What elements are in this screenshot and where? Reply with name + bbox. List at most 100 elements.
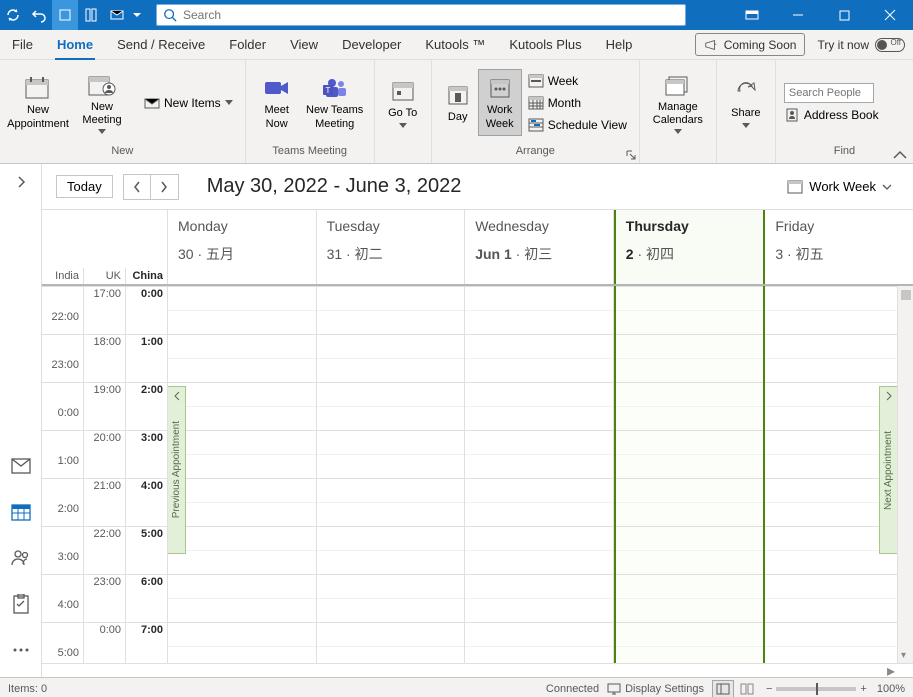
manage-calendars-button[interactable]: Manage Calendars xyxy=(646,67,710,138)
zoom-control[interactable]: − + 100% xyxy=(766,683,905,695)
display-settings-button[interactable]: Display Settings xyxy=(607,683,704,695)
qat-item[interactable] xyxy=(104,0,130,30)
title-bar xyxy=(0,0,913,30)
people-nav-icon[interactable] xyxy=(8,545,34,571)
tz-label-china: China xyxy=(126,268,167,284)
zoom-out-button[interactable]: − xyxy=(766,683,772,695)
dialog-launcher-icon[interactable] xyxy=(625,149,637,161)
minimize-button[interactable] xyxy=(775,0,821,30)
try-toggle[interactable]: Off xyxy=(875,38,905,52)
chevron-right-icon xyxy=(885,391,893,401)
next-appointment-button[interactable]: Next Appointment xyxy=(879,386,897,554)
search-input[interactable] xyxy=(183,8,679,22)
search-icon xyxy=(163,8,177,22)
day-header-thu[interactable]: Thursday 2 · 初四 xyxy=(614,210,766,284)
horizontal-scrollbar[interactable]: ▸ xyxy=(42,663,913,677)
search-box[interactable] xyxy=(156,4,686,26)
qat-customize-icon[interactable] xyxy=(130,0,144,30)
previous-appointment-button[interactable]: Previous Appointment xyxy=(168,386,186,554)
close-button[interactable] xyxy=(867,0,913,30)
zoom-in-button[interactable]: + xyxy=(860,683,866,695)
tab-file[interactable]: File xyxy=(0,30,45,59)
prev-week-button[interactable] xyxy=(123,174,151,200)
collapse-ribbon-icon[interactable] xyxy=(893,150,907,160)
day-column-mon[interactable] xyxy=(168,286,317,663)
next-week-button[interactable] xyxy=(151,174,179,200)
tab-view[interactable]: View xyxy=(278,30,330,59)
tab-developer[interactable]: Developer xyxy=(330,30,413,59)
tab-help[interactable]: Help xyxy=(594,30,645,59)
sync-icon[interactable] xyxy=(0,0,26,30)
goto-button[interactable]: Go To xyxy=(381,73,425,131)
chevron-down-icon xyxy=(882,184,892,190)
group-label-new: New xyxy=(0,145,245,163)
share-button[interactable]: Share xyxy=(723,73,769,131)
tab-folder[interactable]: Folder xyxy=(217,30,278,59)
more-nav-icon[interactable] xyxy=(8,637,34,663)
view-reading-button[interactable] xyxy=(736,680,758,697)
chevron-down-icon xyxy=(98,129,106,134)
quick-access-toolbar xyxy=(0,0,144,30)
new-teams-meeting-button[interactable]: T New Teams Meeting xyxy=(302,70,368,134)
maximize-button[interactable] xyxy=(821,0,867,30)
undo-icon[interactable] xyxy=(26,0,52,30)
ribbon-display-icon[interactable] xyxy=(729,0,775,30)
chevron-down-icon xyxy=(674,129,682,134)
mail-nav-icon[interactable] xyxy=(8,453,34,479)
view-switcher xyxy=(712,680,758,697)
vertical-scrollbar[interactable]: ▾ xyxy=(897,286,913,663)
tz-label-uk: UK xyxy=(84,268,126,284)
day-header-tue[interactable]: Tuesday 31 · 初二 xyxy=(317,210,466,284)
qat-item[interactable] xyxy=(52,0,78,30)
day-header-row: India UK China Monday 30 · 五月 Tuesday 31… xyxy=(42,210,913,286)
address-book-icon xyxy=(784,107,800,123)
new-appointment-button[interactable]: New Appointment xyxy=(6,70,70,134)
qat-item[interactable] xyxy=(78,0,104,30)
tab-kutools[interactable]: Kutools ™ xyxy=(413,30,497,59)
month-button[interactable]: Month xyxy=(522,92,633,114)
zoom-percent[interactable]: 100% xyxy=(877,683,905,695)
calendar-nav-icon[interactable] xyxy=(8,499,34,525)
view-picker[interactable]: Work Week xyxy=(780,175,899,199)
day-column-wed[interactable] xyxy=(465,286,614,663)
date-range: May 30, 2022 - June 3, 2022 xyxy=(207,175,462,198)
zoom-slider[interactable] xyxy=(776,687,856,691)
day-button[interactable]: Day xyxy=(438,77,478,128)
tasks-nav-icon[interactable] xyxy=(8,591,34,617)
ribbon-tabs: File Home Send / Receive Folder View Dev… xyxy=(0,30,913,60)
day-header-wed[interactable]: Wednesday Jun 1 · 初三 xyxy=(465,210,614,284)
day-column-thu[interactable] xyxy=(614,286,766,663)
search-people-input[interactable] xyxy=(784,83,874,103)
new-meeting-button[interactable]: New Meeting xyxy=(70,67,134,138)
view-normal-button[interactable] xyxy=(712,680,734,697)
schedule-icon xyxy=(528,117,544,133)
meet-now-button[interactable]: Meet Now xyxy=(252,70,302,134)
camera-icon xyxy=(261,74,293,102)
week-icon xyxy=(528,73,544,89)
tab-home[interactable]: Home xyxy=(45,30,105,59)
share-icon xyxy=(730,77,762,105)
coming-soon-button[interactable]: Coming Soon xyxy=(695,33,806,56)
tab-kutools-plus[interactable]: Kutools Plus xyxy=(497,30,593,59)
day-header-mon[interactable]: Monday 30 · 五月 xyxy=(168,210,317,284)
chevron-down-icon xyxy=(742,123,750,128)
calendar-goto-icon xyxy=(387,77,419,105)
day-column-tue[interactable] xyxy=(317,286,466,663)
today-button[interactable]: Today xyxy=(56,175,113,198)
expand-nav-icon[interactable] xyxy=(6,170,36,194)
work-week-button[interactable]: Work Week xyxy=(478,69,522,135)
month-icon xyxy=(528,95,544,111)
status-bar: Items: 0 Connected Display Settings − + … xyxy=(0,677,913,697)
work-week-icon xyxy=(484,74,516,102)
schedule-view-button[interactable]: Schedule View xyxy=(522,114,633,136)
tz-label-india: India xyxy=(42,268,84,284)
tab-send-receive[interactable]: Send / Receive xyxy=(105,30,217,59)
try-it-now[interactable]: Try it now Off xyxy=(809,30,913,59)
new-items-button[interactable]: New Items xyxy=(138,92,239,114)
address-book-button[interactable]: Address Book xyxy=(784,107,879,123)
day-header-fri[interactable]: Friday 3 · 初五 xyxy=(765,210,913,284)
group-label-teams: Teams Meeting xyxy=(246,145,374,163)
chevron-left-icon xyxy=(173,391,181,401)
calendar-grid[interactable]: 22:0023:000:001:002:003:004:005:0017:001… xyxy=(42,286,913,663)
week-button[interactable]: Week xyxy=(522,70,633,92)
